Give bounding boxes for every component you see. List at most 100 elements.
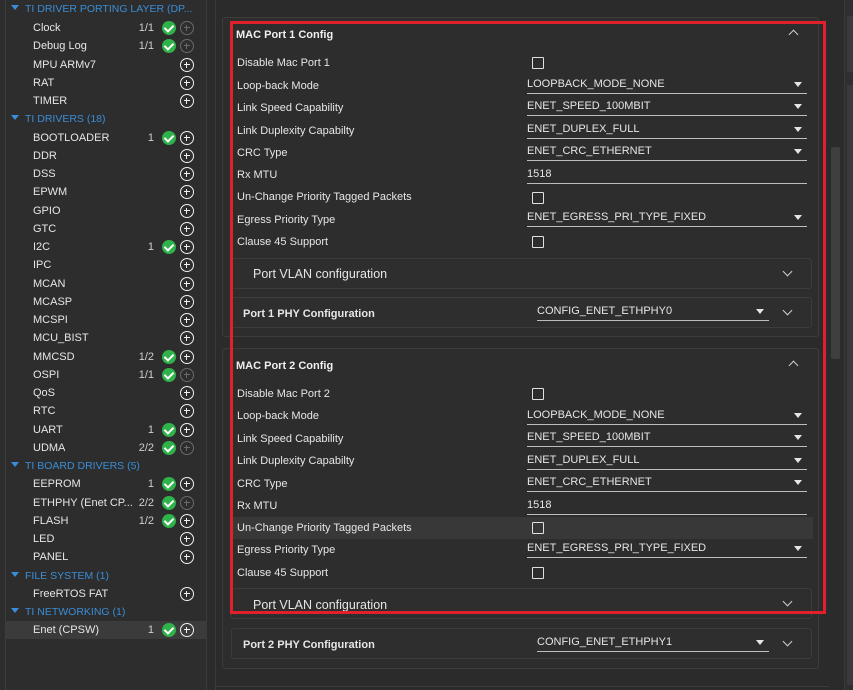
port1-clause45-checkbox[interactable] [532, 236, 544, 248]
collapse-arrow-icon[interactable] [11, 462, 19, 467]
add-instance-icon[interactable] [180, 532, 194, 546]
tree-item[interactable]: FLASH 1/2 [6, 512, 206, 530]
tree-category[interactable]: TI DRIVER PORTING LAYER (DP... [6, 0, 206, 18]
tree-category[interactable]: TI DRIVERS (18) [6, 110, 206, 128]
add-instance-icon[interactable] [180, 58, 194, 72]
port1-duplex-select[interactable]: ENET_DUPLEX_FULL [527, 122, 807, 139]
tree-item[interactable]: RTC [6, 402, 206, 420]
tree-item[interactable]: PANEL [6, 548, 206, 566]
add-instance-icon[interactable] [180, 477, 194, 491]
add-instance-icon[interactable] [180, 550, 194, 564]
tree-item[interactable]: FreeRTOS FAT [6, 585, 206, 603]
tree-item[interactable]: RAT [6, 74, 206, 92]
collapse-arrow-icon[interactable] [11, 608, 19, 613]
tree-item[interactable]: UDMA 2/2 [6, 439, 206, 457]
port1-phy-section[interactable]: Port 1 PHY Configuration CONFIG_ENET_ETH… [231, 297, 812, 328]
port1-loopback-select[interactable]: LOOPBACK_MODE_NONE [527, 77, 807, 94]
tree-item[interactable]: DDR [6, 147, 206, 165]
port2-duplex-select[interactable]: ENET_DUPLEX_FULL [527, 453, 807, 470]
add-instance-icon[interactable] [180, 441, 194, 455]
add-instance-icon[interactable] [180, 204, 194, 218]
tree-item[interactable]: IPC [6, 256, 206, 274]
add-instance-icon[interactable] [180, 350, 194, 364]
tree-category[interactable]: TI BOARD DRIVERS (5) [6, 457, 206, 475]
tree-item[interactable]: EPWM [6, 183, 206, 201]
add-instance-icon[interactable] [180, 39, 194, 53]
collapse-arrow-icon[interactable] [11, 115, 19, 120]
tree-item[interactable]: TIMER [6, 92, 206, 110]
port2-unchange-checkbox[interactable] [532, 522, 544, 534]
tree-item[interactable]: BOOTLOADER 1 [6, 129, 206, 147]
add-instance-icon[interactable] [180, 185, 194, 199]
outer-scrollbar[interactable] [844, 0, 853, 690]
add-instance-icon[interactable] [180, 21, 194, 35]
port1-unchange-checkbox[interactable] [532, 192, 544, 204]
port2-speed-select[interactable]: ENET_SPEED_100MBIT [527, 430, 807, 447]
add-instance-icon[interactable] [180, 386, 194, 400]
add-instance-icon[interactable] [180, 587, 194, 601]
add-instance-icon[interactable] [180, 404, 194, 418]
collapse-arrow-icon[interactable] [11, 5, 19, 10]
expand-phy2-icon[interactable] [782, 636, 793, 647]
add-instance-icon[interactable] [180, 277, 194, 291]
tree-item[interactable]: EEPROM 1 [6, 475, 206, 493]
tree-item[interactable]: GTC [6, 220, 206, 238]
tree-item[interactable]: MMCSD 1/2 [6, 348, 206, 366]
outer-scrollbar-thumb[interactable] [847, 85, 853, 685]
collapse-port2-icon[interactable] [788, 360, 799, 371]
tree-item[interactable]: LED [6, 530, 206, 548]
port1-speed-select[interactable]: ENET_SPEED_100MBIT [527, 99, 807, 116]
tree-category[interactable]: TI NETWORKING (1) [6, 603, 206, 621]
tree-item[interactable]: QoS [6, 384, 206, 402]
add-instance-icon[interactable] [180, 131, 194, 145]
tree-item[interactable]: Debug Log 1/1 [6, 37, 206, 55]
add-instance-icon[interactable] [180, 76, 194, 90]
tree-item[interactable]: DSS [6, 165, 206, 183]
port1-disable-checkbox[interactable] [532, 57, 544, 69]
port2-phy-section[interactable]: Port 2 PHY Configuration CONFIG_ENET_ETH… [231, 628, 812, 659]
port1-crc-select[interactable]: ENET_CRC_ETHERNET [527, 144, 807, 161]
port2-phy-select[interactable]: CONFIG_ENET_ETHPHY1 [537, 635, 769, 652]
port1-vlan-section[interactable]: Port VLAN configuration [231, 258, 812, 289]
port2-loopback-select[interactable]: LOOPBACK_MODE_NONE [527, 408, 807, 425]
port2-egress-select[interactable]: ENET_EGRESS_PRI_TYPE_FIXED [527, 541, 807, 558]
tree-item[interactable]: ETHPHY (Enet CP... 2/2 [6, 494, 206, 512]
tree-item[interactable]: MCU_BIST [6, 329, 206, 347]
expand-vlan2-icon[interactable] [782, 596, 793, 607]
add-instance-icon[interactable] [180, 222, 194, 236]
port2-vlan-section[interactable]: Port VLAN configuration [231, 588, 812, 619]
add-instance-icon[interactable] [180, 258, 194, 272]
tree-category[interactable]: FILE SYSTEM (1) [6, 567, 206, 585]
port1-egress-select[interactable]: ENET_EGRESS_PRI_TYPE_FIXED [527, 210, 807, 227]
port1-mtu-input[interactable]: 1518 [527, 167, 807, 184]
add-instance-icon[interactable] [180, 149, 194, 163]
add-instance-icon[interactable] [180, 331, 194, 345]
config-scrollbar-thumb[interactable] [831, 147, 840, 359]
tree-item[interactable]: GPIO [6, 202, 206, 220]
port2-clause45-checkbox[interactable] [532, 567, 544, 579]
expand-phy1-icon[interactable] [782, 305, 793, 316]
expand-vlan1-icon[interactable] [782, 266, 793, 277]
collapse-port1-icon[interactable] [788, 29, 799, 40]
add-instance-icon[interactable] [180, 423, 194, 437]
tree-item[interactable]: OSPI 1/1 [6, 366, 206, 384]
add-instance-icon[interactable] [180, 496, 194, 510]
add-instance-icon[interactable] [180, 623, 194, 637]
tree-item[interactable]: MCSPI [6, 311, 206, 329]
tree-item[interactable]: MCAN [6, 275, 206, 293]
tree-item[interactable]: Clock 1/1 [6, 19, 206, 37]
add-instance-icon[interactable] [180, 514, 194, 528]
tree-item[interactable]: UART 1 [6, 421, 206, 439]
tree-item[interactable]: MPU ARMv7 [6, 56, 206, 74]
add-instance-icon[interactable] [180, 167, 194, 181]
add-instance-icon[interactable] [180, 240, 194, 254]
port1-phy-select[interactable]: CONFIG_ENET_ETHPHY0 [537, 304, 769, 321]
port2-disable-checkbox[interactable] [532, 388, 544, 400]
tree-item[interactable]: Enet (CPSW) 1 [6, 621, 206, 639]
tree-item[interactable]: MCASP [6, 293, 206, 311]
add-instance-icon[interactable] [180, 295, 194, 309]
tree-item[interactable]: I2C 1 [6, 238, 206, 256]
port2-crc-select[interactable]: ENET_CRC_ETHERNET [527, 475, 807, 492]
add-instance-icon[interactable] [180, 368, 194, 382]
add-instance-icon[interactable] [180, 94, 194, 108]
